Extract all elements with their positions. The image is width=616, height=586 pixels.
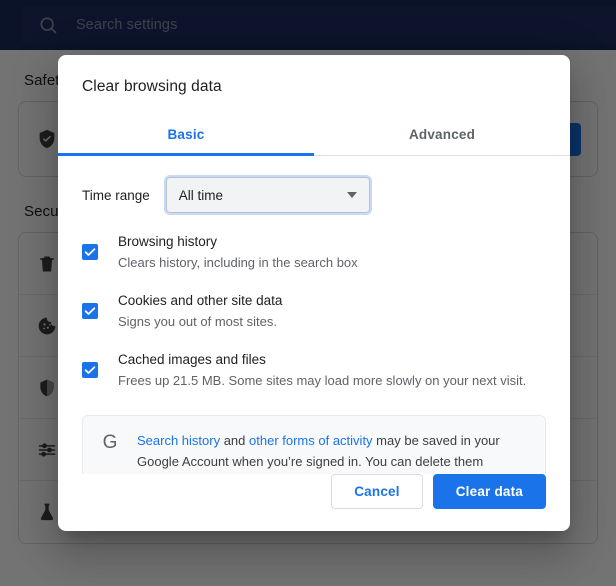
option-cookies[interactable]: Cookies and other site data Signs you ou… [82, 290, 546, 332]
screen: Search settings Safety check Chrome can … [0, 0, 616, 586]
clear-options-list: Browsing history Clears history, includi… [82, 231, 546, 391]
google-g-icon: G [102, 432, 118, 453]
option-title: Cached images and files [118, 352, 266, 367]
clear-data-button[interactable]: Clear data [432, 474, 546, 509]
checkbox-cookies[interactable] [82, 303, 98, 319]
option-cached-images[interactable]: Cached images and files Frees up 21.5 MB… [82, 349, 546, 391]
option-subtitle: Signs you out of most sites. [118, 314, 277, 329]
tab-basic[interactable]: Basic [58, 114, 314, 156]
tab-advanced[interactable]: Advanced [314, 114, 570, 155]
google-account-info-box: G Search history and other forms of acti… [82, 415, 546, 474]
option-subtitle: Clears history, including in the search … [118, 255, 358, 270]
time-range-control: Time range All time [82, 175, 546, 215]
info-mid-text: and [220, 433, 250, 448]
other-activity-link[interactable]: other forms of activity [249, 433, 373, 448]
checkbox-cached-images[interactable] [82, 362, 98, 378]
dialog-tabs: Basic Advanced [58, 114, 570, 156]
dialog-footer: Cancel Clear data [58, 474, 570, 531]
cancel-button[interactable]: Cancel [331, 474, 423, 509]
checkbox-browsing-history[interactable] [82, 244, 98, 260]
option-subtitle: Frees up 21.5 MB. Some sites may load mo… [118, 373, 527, 388]
time-range-label: Time range [82, 187, 150, 203]
search-history-link[interactable]: Search history [137, 433, 220, 448]
option-browsing-history[interactable]: Browsing history Clears history, includi… [82, 231, 546, 273]
dialog-body: Time range All time Browsing history Cle… [58, 156, 570, 474]
option-title: Cookies and other site data [118, 293, 283, 308]
clear-browsing-data-dialog: Clear browsing data Basic Advanced Time … [58, 55, 570, 531]
chevron-down-icon [346, 192, 357, 198]
option-title: Browsing history [118, 234, 218, 249]
info-box-text: Search history and other forms of activi… [137, 430, 529, 474]
time-range-value: All time [178, 187, 224, 203]
time-range-select[interactable]: All time [163, 175, 372, 215]
dialog-title: Clear browsing data [82, 78, 222, 95]
